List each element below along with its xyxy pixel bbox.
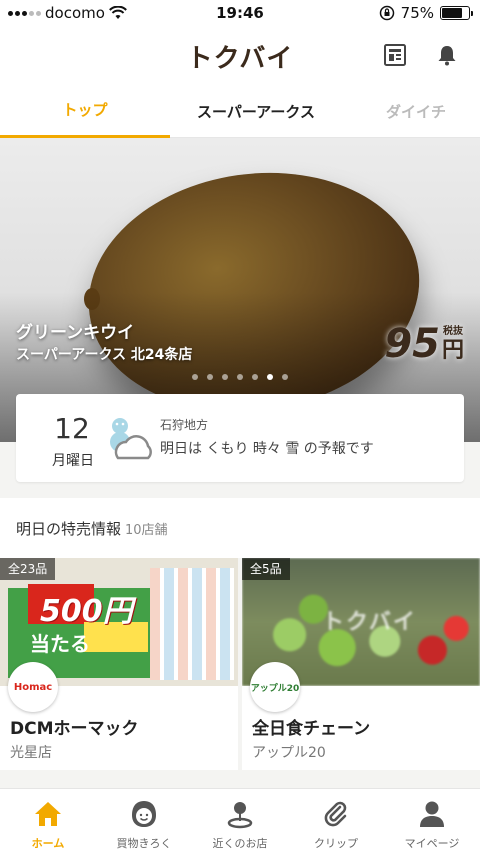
sale-info-section: 明日の特売情報 10店舗 [0, 498, 480, 558]
nav-home[interactable]: ホーム [0, 789, 96, 854]
battery-icon [440, 6, 473, 20]
banner-pager[interactable] [0, 374, 480, 380]
pager-dot[interactable] [192, 374, 198, 380]
nav-label: ホーム [31, 837, 65, 850]
bottom-navigation: ホーム 買物きろく 近くのお店 クリップ マイページ [0, 788, 480, 854]
weather-card[interactable]: 12 月曜日 石狩地方 明日は くもり 時々 雪 の予報です [16, 394, 464, 482]
tab-super-arcs[interactable]: スーパーアークス [170, 84, 342, 138]
nav-nearby-stores[interactable]: 近くのお店 [192, 789, 288, 854]
section-title: 明日の特売情報 10店舗 [16, 518, 168, 539]
paperclip-icon [319, 797, 353, 831]
item-count-badge: 全23品 [0, 558, 56, 580]
app-header: トクバイ [0, 26, 480, 84]
bell-icon[interactable] [432, 40, 462, 70]
price-value: 95 [384, 321, 440, 367]
yen-label: 円 [441, 338, 464, 363]
nav-label: マイページ [404, 837, 460, 850]
store-name: DCMホーマック [10, 719, 139, 739]
pager-dot[interactable] [282, 374, 288, 380]
nav-shopping-record[interactable]: 買物きろく [96, 789, 192, 854]
store-branch: 光星店 [10, 745, 52, 761]
person-icon [415, 797, 449, 831]
battery-percent: 75% [400, 4, 434, 22]
store-logo: Homac [8, 662, 58, 712]
store-count: 10店舗 [125, 523, 168, 538]
product-store: スーパーアークス 北24条店 [16, 347, 193, 363]
pager-dot[interactable] [222, 374, 228, 380]
pager-dot[interactable] [267, 374, 273, 380]
weather-forecast: 明日は くもり 時々 雪 の予報です [160, 441, 374, 457]
weather-day: 12 [54, 412, 90, 445]
home-icon [31, 797, 65, 831]
store-branch: アップル20 [252, 745, 326, 761]
cloud-snow-icon [96, 412, 160, 466]
product-price: 95 税抜 円 [384, 324, 464, 364]
tab-top[interactable]: トップ [0, 84, 170, 138]
store-card-dcm-homac[interactable]: 500円 当たる 全23品 Homac DCMホーマック 光星店 [0, 558, 238, 770]
nav-label: クリップ [314, 837, 358, 850]
nav-label: 近くのお店 [212, 837, 268, 850]
weather-region: 石狩地方 [160, 418, 209, 432]
location-pin-icon [223, 797, 257, 831]
face-icon [127, 797, 161, 831]
pager-dot[interactable] [207, 374, 213, 380]
store-card-zennisshoku[interactable]: トクバイ 全5品 アップル20 全日食チェーン アップル20 [242, 558, 480, 770]
store-name: 全日食チェーン [252, 719, 371, 739]
nav-my-page[interactable]: マイページ [384, 789, 480, 854]
store-logo: アップル20 [250, 662, 300, 712]
flyer-subline: 当たる [30, 632, 90, 656]
section-title-text: 明日の特売情報 [16, 520, 122, 538]
nav-label: 買物きろく [116, 837, 172, 850]
product-name: グリーンキウイ [16, 323, 135, 343]
nav-clip[interactable]: クリップ [288, 789, 384, 854]
tab-daiichi[interactable]: ダイイチ [352, 84, 480, 138]
store-tabs: トップ スーパーアークス ダイイチ [0, 84, 480, 138]
item-count-badge: 全5品 [242, 558, 290, 580]
tax-label: 税抜 [442, 326, 463, 337]
pager-dot[interactable] [237, 374, 243, 380]
store-logo-text: アップル20 [250, 683, 300, 694]
watermark-logo: トクバイ [322, 610, 417, 635]
rotation-lock-icon [379, 5, 394, 21]
store-logo-text: Homac [13, 681, 53, 693]
flyer-headline: 500円 [40, 594, 133, 629]
battery-info: 75% [379, 4, 473, 22]
pager-dot[interactable] [252, 374, 258, 380]
status-bar: docomo 19:46 75% [0, 0, 480, 26]
flyer-list-icon[interactable] [380, 40, 410, 70]
